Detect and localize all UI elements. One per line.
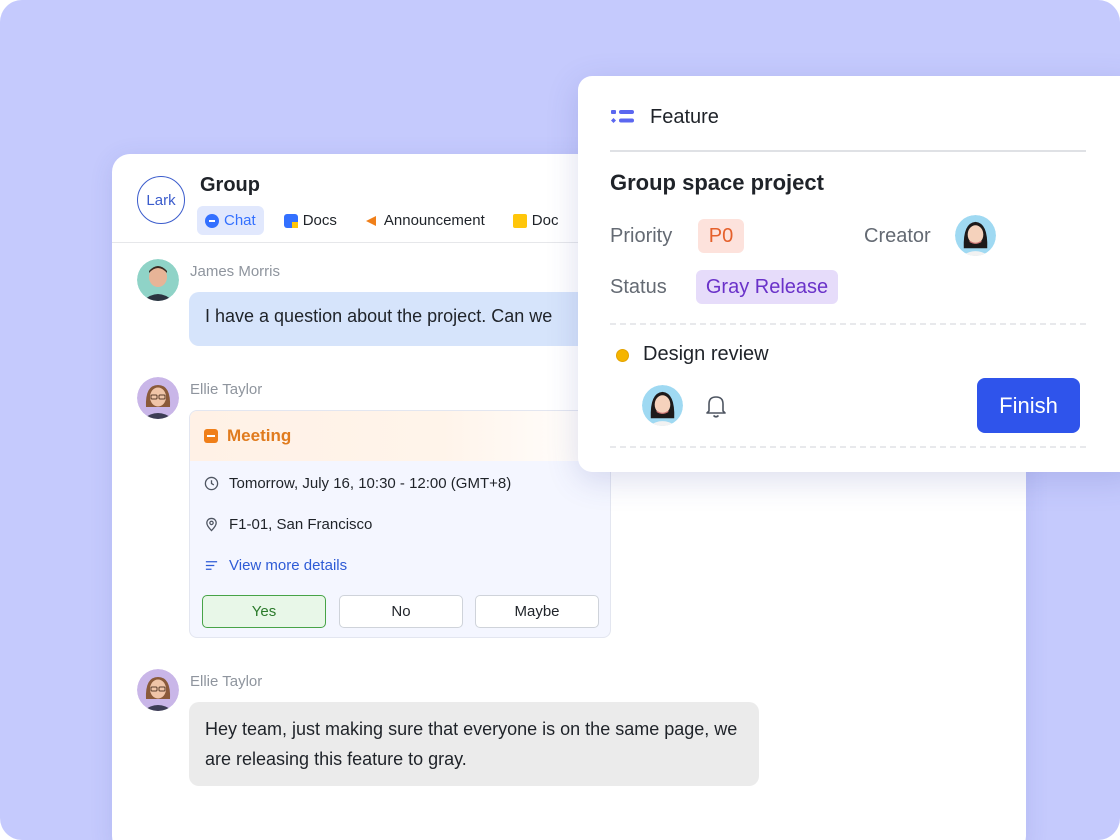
creator-avatar[interactable] [955, 215, 996, 256]
finish-button[interactable]: Finish [977, 378, 1080, 433]
sender-name: Ellie Taylor [190, 673, 263, 690]
feature-divider [610, 150, 1086, 152]
meeting-time-row: Tomorrow, July 16, 10:30 - 12:00 (GMT+8) [204, 475, 511, 492]
location-pin-icon [206, 517, 217, 532]
calendar-icon [204, 429, 218, 443]
details-list-icon [205, 561, 218, 570]
tab-announcement[interactable]: Announcement [357, 206, 493, 235]
message-bubble: I have a question about the project. Can… [189, 292, 589, 346]
status-label: Status [610, 276, 667, 298]
sender-name: Ellie Taylor [190, 381, 263, 398]
view-details-link[interactable]: View more details [229, 557, 347, 574]
chat-icon [205, 213, 219, 228]
meeting-location-row: F1-01, San Francisco [204, 516, 372, 533]
creator-label: Creator [864, 225, 931, 247]
view-details-row[interactable]: View more details [204, 557, 347, 574]
message-bubble: Hey team, just making sure that everyone… [189, 702, 759, 786]
meeting-card: Meeting Tomorrow, July 16, 10:30 - 12:00… [189, 410, 611, 638]
meeting-location: F1-01, San Francisco [229, 516, 373, 533]
task-status-dot[interactable] [616, 349, 629, 362]
avatar-ellie[interactable] [137, 669, 179, 711]
avatar-james[interactable] [137, 259, 179, 301]
feature-header: Feature [610, 106, 719, 129]
priority-badge[interactable]: P0 [698, 219, 744, 253]
lark-logo: Lark [137, 176, 185, 224]
rsvp-maybe-button[interactable]: Maybe [475, 595, 599, 628]
dashed-divider [610, 446, 1086, 448]
chat-tabs: Chat Docs Announcement Doc [197, 206, 566, 235]
tab-chat-label: Chat [224, 212, 256, 229]
feature-list-icon [611, 109, 634, 123]
tab-docs-label: Docs [302, 212, 337, 229]
tab-announcement-label: Announcement [383, 212, 485, 229]
sender-name: James Morris [190, 263, 281, 280]
clock-icon [204, 476, 219, 491]
tab-docs[interactable]: Docs [276, 206, 345, 235]
meeting-time: Tomorrow, July 16, 10:30 - 12:00 (GMT+8) [229, 475, 512, 492]
priority-label: Priority [610, 225, 673, 247]
announcement-icon [365, 214, 379, 228]
feature-title: Group space project [610, 170, 824, 195]
folder-icon [512, 213, 527, 228]
docs-icon [283, 213, 298, 228]
task-name: Design review [643, 343, 769, 365]
feature-header-label: Feature [650, 106, 719, 128]
dashed-divider [610, 323, 1086, 325]
status-badge[interactable]: Gray Release [696, 270, 838, 304]
meeting-title: Meeting [227, 426, 292, 445]
tab-doc-folder[interactable]: Doc [505, 206, 567, 235]
feature-panel: Feature Group space project Priority P0 … [578, 76, 1120, 472]
rsvp-yes-button[interactable]: Yes [202, 595, 326, 628]
tab-doc-folder-label: Doc [531, 212, 559, 229]
group-title: Group [200, 174, 260, 196]
rsvp-no-button[interactable]: No [339, 595, 463, 628]
bell-icon[interactable] [704, 393, 728, 419]
tab-chat[interactable]: Chat [197, 206, 264, 235]
avatar-ellie[interactable] [137, 377, 179, 419]
meeting-header: Meeting [190, 411, 610, 461]
assignee-avatar[interactable] [642, 385, 683, 426]
